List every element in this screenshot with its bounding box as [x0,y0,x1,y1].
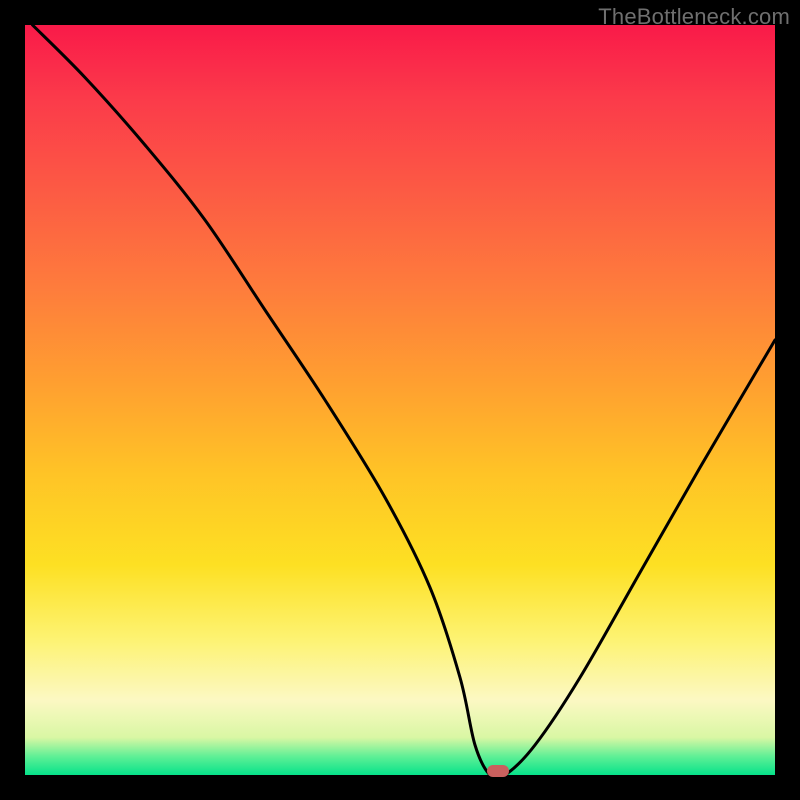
chart-frame: TheBottleneck.com [0,0,800,800]
bottleneck-curve [25,25,775,775]
min-marker [487,765,509,777]
plot-area [25,25,775,775]
